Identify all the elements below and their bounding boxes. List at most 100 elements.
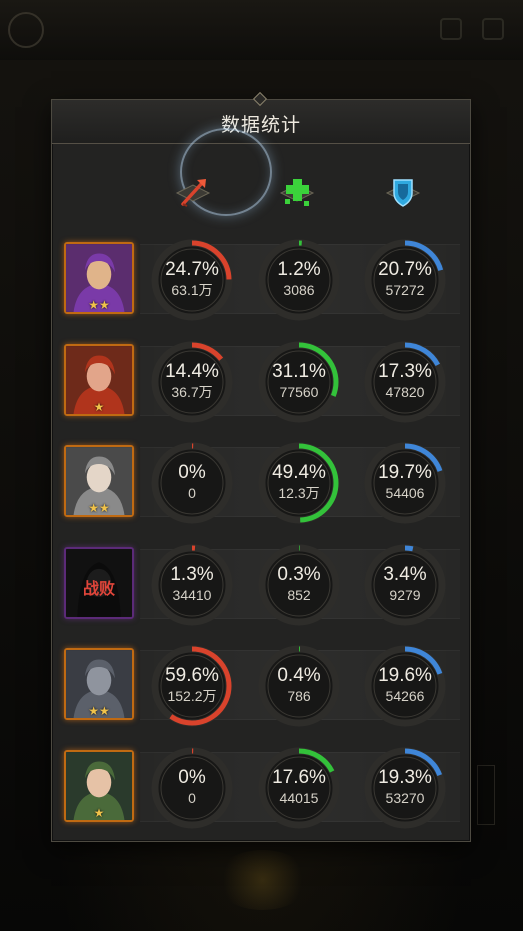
hero-portrait[interactable]: ★★ bbox=[64, 445, 134, 517]
hero-row: ★ 14.4% 36.7万 31.1% 77560 17.3% 47820 bbox=[52, 336, 470, 428]
shield-percent: 19.6% bbox=[378, 665, 432, 686]
healing-percent: 0.3% bbox=[277, 563, 321, 585]
healing-percent: 1.2% bbox=[277, 259, 321, 280]
damage-value: 36.7万 bbox=[171, 383, 213, 400]
healing-value: 3086 bbox=[283, 282, 315, 298]
hero-stars: ★★ bbox=[88, 298, 110, 312]
damage-value: 152.2万 bbox=[167, 688, 217, 704]
background-side-tab bbox=[477, 765, 495, 825]
hero-portrait[interactable]: ★★ bbox=[64, 648, 134, 720]
hero-portrait[interactable]: ★ bbox=[64, 343, 134, 416]
hero-stars: ★ bbox=[93, 805, 105, 820]
shield-percent: 17.3% bbox=[378, 360, 432, 382]
green-cross-icon[interactable] bbox=[277, 173, 317, 213]
shield-stat-ring: 20.7% 57272 bbox=[362, 237, 448, 323]
hero-row: ★ 0% 0 17.6% 44015 19.3% 53270 bbox=[52, 742, 470, 834]
shield-value: 54406 bbox=[385, 485, 425, 501]
shield-percent: 19.3% bbox=[378, 766, 432, 788]
healing-value: 77560 bbox=[279, 383, 319, 400]
damage-stat-ring: 24.7% 63.1万 bbox=[149, 237, 235, 323]
stat-ring-graphic bbox=[151, 645, 233, 727]
shield-percent: 3.4% bbox=[383, 563, 427, 585]
background-settings-icon bbox=[482, 18, 504, 40]
healing-stat-ring: 49.4% 12.3万 bbox=[256, 440, 342, 526]
damage-percent: 1.3% bbox=[170, 563, 214, 585]
damage-value: 34410 bbox=[172, 586, 212, 603]
panel-header: 数据统计 bbox=[52, 91, 470, 144]
shield-percent: 20.7% bbox=[378, 259, 432, 280]
shield-value: 53270 bbox=[385, 789, 425, 806]
background-menu-icon bbox=[440, 18, 462, 40]
shield-value: 47820 bbox=[385, 383, 425, 400]
hero-stars: ★★ bbox=[88, 704, 110, 718]
defeated-label: 战败 bbox=[82, 580, 115, 598]
stat-ring-graphic bbox=[258, 341, 340, 422]
healing-stat-ring: 17.6% 44015 bbox=[256, 745, 342, 831]
damage-value: 0 bbox=[188, 789, 196, 806]
stat-ring-graphic bbox=[258, 239, 340, 321]
damage-stat-ring: 14.4% 36.7万 bbox=[149, 339, 235, 425]
damage-percent: 24.7% bbox=[165, 259, 219, 280]
shield-stat-ring: 19.7% 54406 bbox=[362, 440, 448, 526]
damage-stat-ring: 1.3% 34410 bbox=[149, 542, 235, 628]
damage-value: 63.1万 bbox=[171, 282, 213, 298]
healing-value: 12.3万 bbox=[278, 485, 320, 501]
hero-stars: ★★ bbox=[88, 501, 110, 515]
healing-stat-ring: 0.4% 786 bbox=[256, 643, 342, 729]
shield-stat-ring: 3.4% 9279 bbox=[362, 542, 448, 628]
red-arrow-icon[interactable] bbox=[173, 173, 213, 213]
stat-ring-graphic bbox=[364, 239, 446, 321]
stat-ring-graphic bbox=[151, 544, 233, 625]
hero-row: ★★ 59.6% 152.2万 0.4% 786 19.6% 54266 bbox=[52, 640, 470, 732]
healing-percent: 17.6% bbox=[272, 766, 326, 788]
healing-stat-ring: 1.2% 3086 bbox=[256, 237, 342, 323]
shield-percent: 19.7% bbox=[378, 462, 432, 483]
healing-percent: 31.1% bbox=[272, 360, 326, 382]
healing-percent: 49.4% bbox=[272, 462, 326, 483]
shield-stat-ring: 17.3% 47820 bbox=[362, 339, 448, 425]
hero-stars: ★ bbox=[93, 399, 105, 414]
stats-panel: 数据统计 ★★ 24.7% 63.1万 1.2% 3086 20.7% 57272 ★ 14.4… bbox=[51, 91, 471, 842]
healing-value: 786 bbox=[287, 688, 311, 704]
stat-ring-graphic bbox=[364, 544, 446, 625]
damage-stat-ring: 59.6% 152.2万 bbox=[149, 643, 235, 729]
stat-ring-graphic bbox=[364, 645, 446, 727]
stat-ring-graphic bbox=[151, 341, 233, 422]
stat-ring-graphic bbox=[364, 747, 446, 828]
damage-value: 0 bbox=[188, 485, 196, 501]
hero-portrait[interactable]: 战败 bbox=[64, 546, 134, 619]
background-bottom-button bbox=[215, 850, 310, 910]
hero-portrait[interactable]: ★★ bbox=[64, 242, 134, 314]
stat-ring-graphic bbox=[151, 239, 233, 321]
shield-value: 54266 bbox=[385, 688, 425, 704]
hero-row: ★★ 24.7% 63.1万 1.2% 3086 20.7% 57272 bbox=[52, 234, 470, 326]
damage-percent: 0% bbox=[178, 462, 206, 483]
healing-stat-ring: 31.1% 77560 bbox=[256, 339, 342, 425]
healing-stat-ring: 0.3% 852 bbox=[256, 542, 342, 628]
stat-ring-graphic bbox=[258, 747, 340, 828]
healing-value: 44015 bbox=[279, 789, 319, 806]
stat-ring-graphic bbox=[151, 747, 233, 828]
stat-ring-graphic bbox=[151, 442, 233, 524]
damage-stat-ring: 0% 0 bbox=[149, 745, 235, 831]
damage-percent: 14.4% bbox=[165, 360, 219, 382]
shield-stat-ring: 19.6% 54266 bbox=[362, 643, 448, 729]
hero-row: 战败 1.3% 34410 0.3% 852 3.4% 9279 bbox=[52, 539, 470, 631]
stat-ring-graphic bbox=[258, 544, 340, 625]
stat-ring-graphic bbox=[364, 442, 446, 524]
panel-title: 数据统计 bbox=[220, 115, 301, 136]
shield-stat-ring: 19.3% 53270 bbox=[362, 745, 448, 831]
hero-portrait[interactable]: ★ bbox=[64, 749, 134, 822]
background-emblem bbox=[8, 12, 44, 48]
healing-value: 852 bbox=[287, 586, 311, 603]
hero-row: ★★ 0% 0 49.4% 12.3万 19.7% 54406 bbox=[52, 437, 470, 529]
damage-percent: 59.6% bbox=[165, 665, 219, 686]
stat-ring-graphic bbox=[364, 341, 446, 422]
shield-value: 9279 bbox=[389, 586, 421, 603]
damage-percent: 0% bbox=[178, 766, 206, 788]
blue-shield-icon[interactable] bbox=[383, 173, 423, 213]
stat-ring-graphic bbox=[258, 442, 340, 524]
damage-stat-ring: 0% 0 bbox=[149, 440, 235, 526]
shield-value: 57272 bbox=[385, 282, 425, 298]
stat-ring-graphic bbox=[258, 645, 340, 727]
